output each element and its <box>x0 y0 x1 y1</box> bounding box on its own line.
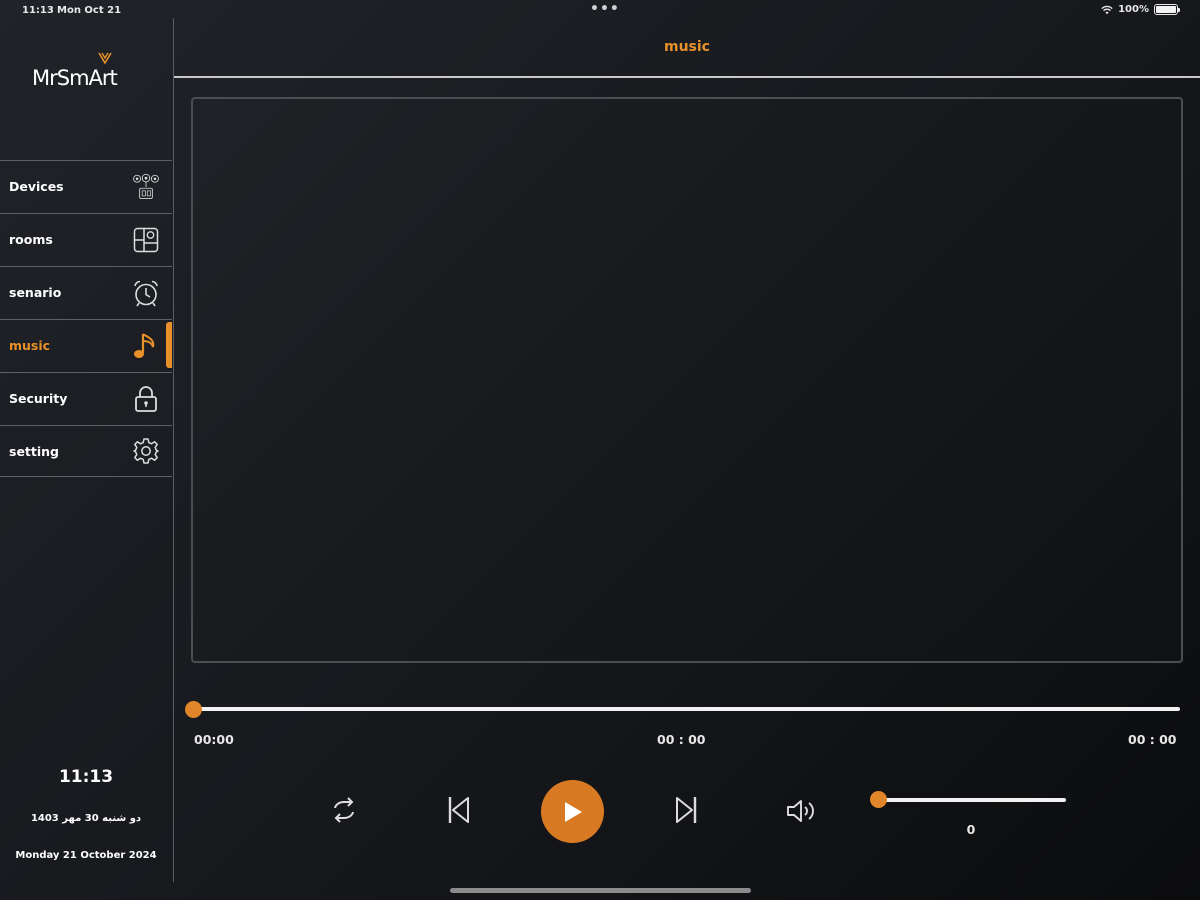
sidebar-clock: 11:13 <box>58 767 114 787</box>
repeat-button[interactable] <box>326 792 362 828</box>
status-date: Mon Oct 21 <box>57 5 122 16</box>
date-english: Monday 21 October 2024 <box>15 850 157 861</box>
media-display-panel <box>191 97 1183 663</box>
time-current: 00 : 00 <box>657 732 706 747</box>
battery-icon <box>1154 4 1180 15</box>
battery-percent: 100% <box>1118 4 1149 15</box>
play-icon <box>564 801 582 822</box>
repeat-icon <box>334 797 354 823</box>
battery-fill <box>1156 6 1176 13</box>
header-divider <box>174 76 1200 78</box>
status-time: 11:13 <box>22 5 54 16</box>
lock-icon <box>132 385 160 413</box>
sidebar: MrSmArt Devices rooms senario music Secu… <box>0 18 174 882</box>
sidebar-item-label: Devices <box>9 179 64 194</box>
sidebar-item-label: senario <box>9 285 62 300</box>
status-right: 100% <box>1101 4 1180 15</box>
status-bar: 11:13 Mon Oct 21 ••• 100% <box>0 0 1200 20</box>
devices-icon <box>132 173 160 201</box>
time-total: 00 : 00 <box>1128 732 1177 747</box>
multitasking-dots[interactable]: ••• <box>590 1 620 17</box>
speaker-volume-icon <box>787 800 814 822</box>
brand-logo: MrSmArt <box>30 52 142 106</box>
sidebar-item-rooms[interactable]: rooms <box>0 213 172 265</box>
home-indicator[interactable] <box>450 888 751 893</box>
volume-slider[interactable] <box>878 798 1066 802</box>
sidebar-item-setting[interactable]: setting <box>0 425 172 477</box>
alarm-clock-icon <box>132 279 160 307</box>
sidebar-nav: Devices rooms senario music Security set… <box>0 160 172 478</box>
previous-track-icon <box>448 797 469 823</box>
brand-name: MrSmArt <box>32 66 118 90</box>
gear-icon <box>132 437 160 465</box>
volume-value: 0 <box>966 822 976 837</box>
next-track-icon <box>676 797 697 823</box>
wifi-icon <box>1101 5 1113 14</box>
next-track-button[interactable] <box>671 792 703 828</box>
sidebar-item-label: rooms <box>9 232 53 247</box>
active-indicator <box>166 322 172 368</box>
volume-slider-thumb[interactable] <box>870 791 887 808</box>
sidebar-item-music[interactable]: music <box>0 319 172 371</box>
previous-track-button[interactable] <box>442 792 474 828</box>
rooms-icon <box>132 226 160 254</box>
music-note-icon <box>132 332 160 360</box>
progress-slider[interactable] <box>193 707 1180 711</box>
progress-slider-thumb[interactable] <box>185 701 202 718</box>
sidebar-item-security[interactable]: Security <box>0 372 172 424</box>
sidebar-item-devices[interactable]: Devices <box>0 160 172 212</box>
date-persian: دو شنبه 30 مهر 1403 <box>30 813 142 824</box>
time-elapsed: 00:00 <box>194 732 234 747</box>
play-button[interactable] <box>541 780 604 843</box>
sidebar-item-label: Security <box>9 391 68 406</box>
sidebar-item-label: music <box>9 338 51 353</box>
page-title: music <box>664 39 710 55</box>
sidebar-item-label: setting <box>9 443 59 459</box>
volume-button[interactable] <box>783 794 819 828</box>
sidebar-item-senario[interactable]: senario <box>0 266 172 318</box>
